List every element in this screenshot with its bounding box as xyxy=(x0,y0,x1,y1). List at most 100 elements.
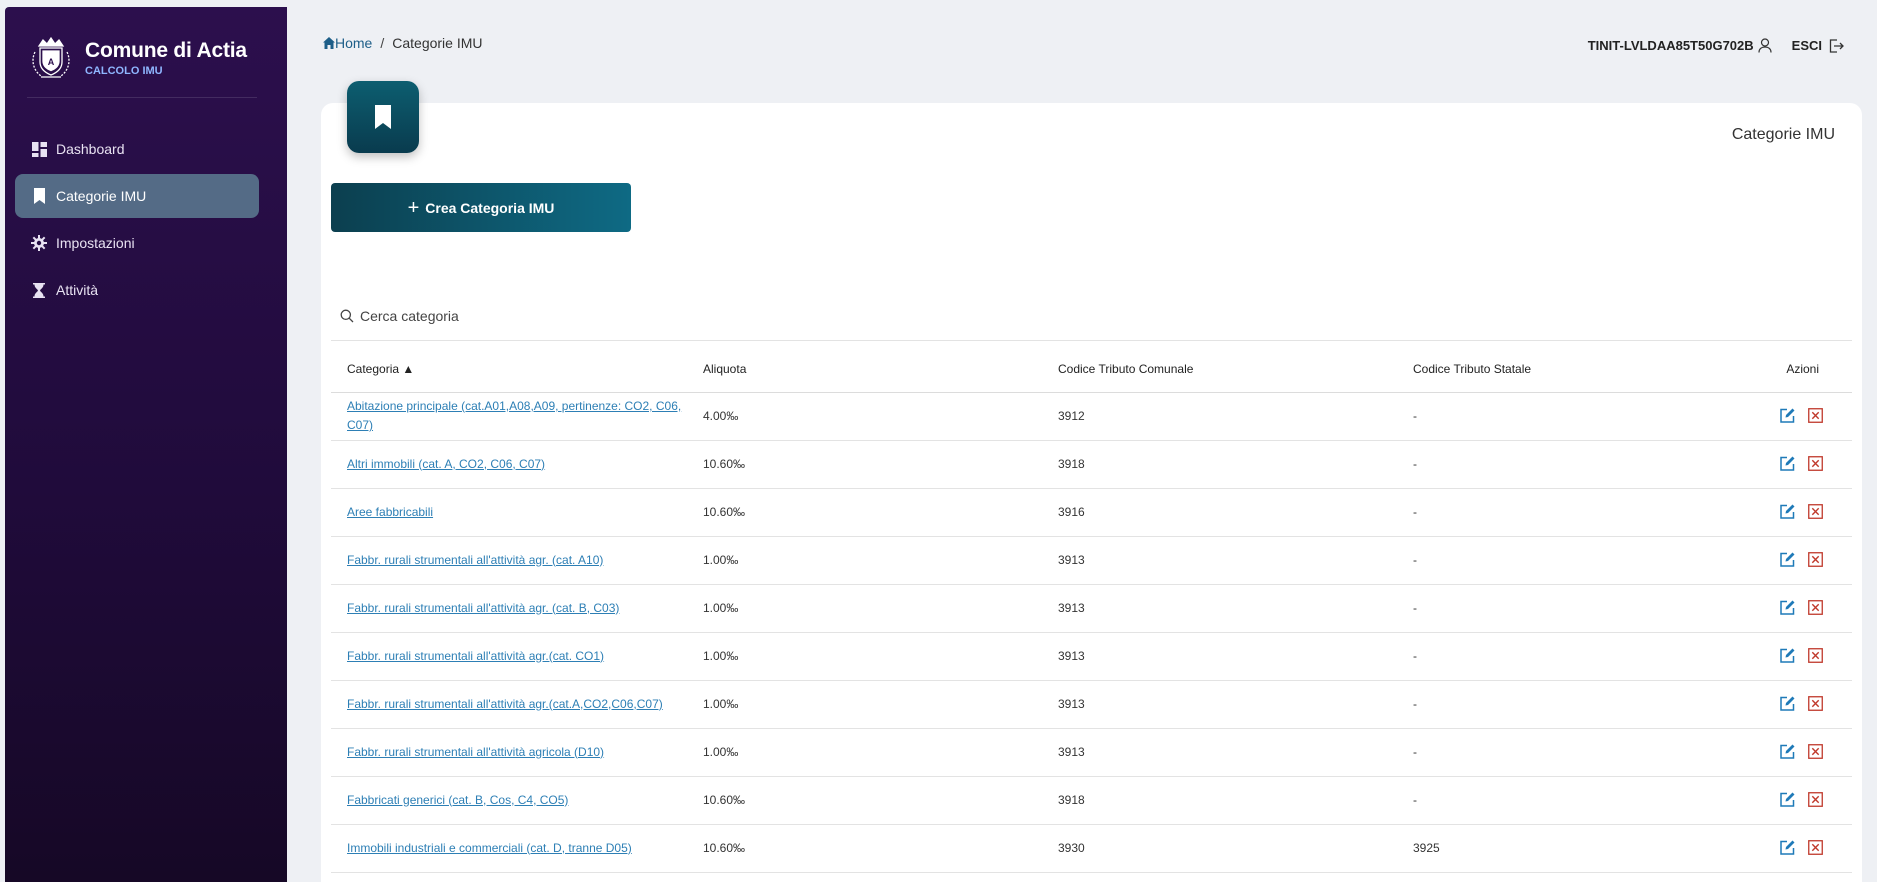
logout-button[interactable]: ESCI xyxy=(1792,38,1844,53)
delete-icon[interactable] xyxy=(1808,840,1824,856)
edit-icon[interactable] xyxy=(1780,792,1796,808)
cell-azioni xyxy=(1697,440,1852,489)
delete-icon[interactable] xyxy=(1808,552,1824,568)
category-link[interactable]: Fabbr. rurali strumentali all'attività a… xyxy=(347,745,604,759)
search-field[interactable]: Cerca categoria xyxy=(340,308,459,324)
table-row: Altri immobili (cat. A, CO2, C06, C07) 10… xyxy=(331,440,1852,489)
table-row: Fabbr. rurali strumentali all'attività a… xyxy=(331,680,1852,729)
cell-codice-comunale: 3913 xyxy=(1042,632,1397,681)
brand[interactable]: A Comune di Actia CALCOLO IMU xyxy=(27,34,247,82)
brand-divider xyxy=(27,97,257,98)
edit-icon[interactable] xyxy=(1780,840,1796,856)
category-link[interactable]: Abitazione principale (cat.A01,A08,A09, … xyxy=(347,399,681,432)
category-link[interactable]: Fabbr. rurali strumentali all'attività a… xyxy=(347,601,619,615)
edit-icon[interactable] xyxy=(1780,456,1796,472)
bookmark-icon xyxy=(31,188,47,204)
cell-aliquota: 10.60‰ xyxy=(687,824,1042,873)
cell-aliquota: 1.00‰ xyxy=(687,632,1042,681)
edit-icon[interactable] xyxy=(1780,696,1796,712)
table-row: Fabbr. rurali strumentali all'attività a… xyxy=(331,632,1852,681)
coat-of-arms-logo: A xyxy=(32,36,70,78)
cell-azioni xyxy=(1697,584,1852,633)
cell-categoria: Fabbricati generici (cat. B, Cos, C4, CO… xyxy=(331,776,687,825)
cell-codice-comunale: 3913 xyxy=(1042,680,1397,729)
category-link[interactable]: Fabbricati generici (cat. B, Cos, C4, CO… xyxy=(347,793,568,807)
cell-azioni xyxy=(1697,728,1852,777)
page-title: Categorie IMU xyxy=(1731,126,1835,143)
edit-icon[interactable] xyxy=(1780,408,1796,424)
column-header-azioni: Azioni xyxy=(1697,346,1852,393)
search-input[interactable]: Cerca categoria xyxy=(360,308,459,324)
breadcrumb-home-link[interactable]: Home xyxy=(323,35,372,51)
sidebar-item-impostazioni[interactable]: Impostazioni xyxy=(15,221,259,265)
user-id[interactable]: TINIT-LVLDAA85T50G702B xyxy=(1588,38,1754,53)
delete-icon[interactable] xyxy=(1808,600,1824,616)
category-link[interactable]: Altri immobili (cat. A, CO2, C06, C07) xyxy=(347,457,545,471)
delete-icon[interactable] xyxy=(1808,744,1824,760)
cell-codice-statale: - xyxy=(1397,584,1697,633)
cell-aliquota: 1.00‰ xyxy=(687,728,1042,777)
search-icon xyxy=(340,309,354,323)
sidebar-item-label: Impostazioni xyxy=(56,235,135,251)
column-header-categoria[interactable]: Categoria ▲ xyxy=(331,346,687,393)
delete-icon[interactable] xyxy=(1808,696,1824,712)
cell-codice-statale: - xyxy=(1397,680,1697,729)
dashboard-icon xyxy=(31,141,47,157)
delete-icon[interactable] xyxy=(1808,792,1824,808)
cell-categoria: Altri immobili (cat. A, CO2, C06, C07) xyxy=(331,440,687,489)
delete-icon[interactable] xyxy=(1808,456,1824,472)
cell-azioni xyxy=(1697,824,1852,873)
column-header-codice-statale: Codice Tributo Statale xyxy=(1397,346,1697,393)
category-link[interactable]: Fabbr. rurali strumentali all'attività a… xyxy=(347,697,663,711)
category-link[interactable]: Immobili industriali e commerciali (cat.… xyxy=(347,841,632,855)
cell-codice-comunale: 3918 xyxy=(1042,776,1397,825)
table-row: Fabbr. rurali strumentali all'attività a… xyxy=(331,536,1852,585)
cell-aliquota: 1.00‰ xyxy=(687,536,1042,585)
column-header-codice-comunale: Codice Tributo Comunale xyxy=(1042,346,1397,393)
edit-icon[interactable] xyxy=(1780,648,1796,664)
cell-codice-statale: 3925 xyxy=(1397,824,1697,873)
categories-table: Categoria ▲ Aliquota Codice Tributo Comu… xyxy=(331,346,1852,873)
user-icon[interactable] xyxy=(1758,38,1772,53)
cell-codice-statale: - xyxy=(1397,776,1697,825)
delete-icon[interactable] xyxy=(1808,408,1824,424)
brand-name: Comune di Actia xyxy=(85,38,247,62)
cell-codice-statale: - xyxy=(1397,632,1697,681)
gear-icon xyxy=(31,235,47,251)
edit-icon[interactable] xyxy=(1780,504,1796,520)
edit-icon[interactable] xyxy=(1780,552,1796,568)
brand-subtitle: CALCOLO IMU xyxy=(85,64,163,77)
create-category-button[interactable]: + Crea Categoria IMU xyxy=(331,183,631,232)
bookmark-icon xyxy=(375,105,391,129)
create-category-label: Crea Categoria IMU xyxy=(425,199,555,216)
delete-icon[interactable] xyxy=(1808,504,1824,520)
table-row: Immobili industriali e commerciali (cat.… xyxy=(331,824,1852,873)
edit-icon[interactable] xyxy=(1780,600,1796,616)
category-link[interactable]: Fabbr. rurali strumentali all'attività a… xyxy=(347,553,603,567)
table-row: Fabbr. rurali strumentali all'attività a… xyxy=(331,728,1852,777)
cell-categoria: Aree fabbricabili xyxy=(331,488,687,537)
category-link[interactable]: Aree fabbricabili xyxy=(347,505,433,519)
category-link[interactable]: Fabbr. rurali strumentali all'attività a… xyxy=(347,649,604,663)
breadcrumb: Home / Categorie IMU xyxy=(323,35,483,51)
table-row: Aree fabbricabili 10.60‰ 3916- xyxy=(331,488,1852,537)
column-header-aliquota: Aliquota xyxy=(687,346,1042,393)
cell-codice-comunale: 3918 xyxy=(1042,440,1397,489)
cell-codice-statale: - xyxy=(1397,488,1697,537)
svg-text:A: A xyxy=(48,57,55,67)
cell-codice-comunale: 3912 xyxy=(1042,392,1397,441)
cell-codice-comunale: 3913 xyxy=(1042,536,1397,585)
cell-codice-statale: - xyxy=(1397,440,1697,489)
cell-azioni xyxy=(1697,680,1852,729)
delete-icon[interactable] xyxy=(1808,648,1824,664)
sidebar-nav: Dashboard Categorie IMU Impostazioni Att… xyxy=(15,127,259,315)
sidebar-item-attivita[interactable]: Attività xyxy=(15,268,259,312)
breadcrumb-home-label: Home xyxy=(335,35,373,51)
sidebar-item-categorie-imu[interactable]: Categorie IMU xyxy=(15,174,259,218)
cell-aliquota: 1.00‰ xyxy=(687,584,1042,633)
cell-azioni xyxy=(1697,536,1852,585)
cell-aliquota: 1.00‰ xyxy=(687,680,1042,729)
cell-codice-comunale: 3916 xyxy=(1042,488,1397,537)
sidebar-item-dashboard[interactable]: Dashboard xyxy=(15,127,259,171)
edit-icon[interactable] xyxy=(1780,744,1796,760)
